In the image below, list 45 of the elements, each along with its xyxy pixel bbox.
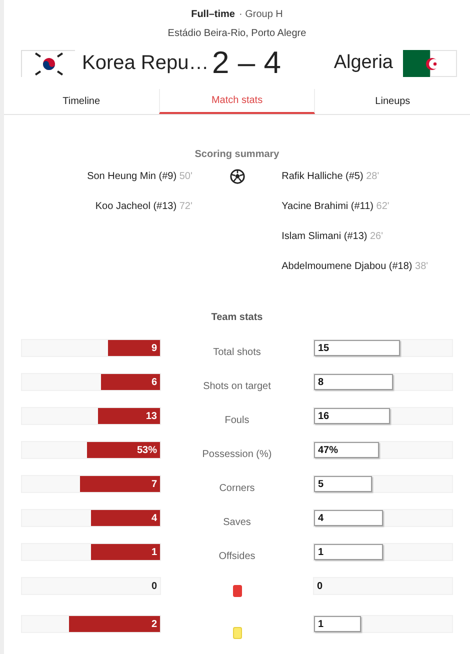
card-icon <box>232 627 242 639</box>
section-title: Team stats <box>210 311 264 325</box>
team-name: Algeria <box>334 50 393 75</box>
stat-label: Offsides <box>218 550 256 564</box>
stat-bar: 1 <box>91 544 160 560</box>
goal-entry: Son Heung Min (#9) 50' <box>87 170 192 184</box>
stat-label: Saves <box>223 516 251 530</box>
ball-icon <box>230 169 244 184</box>
goal-entry: Yacine Brahimi (#11) 62' <box>282 200 390 214</box>
stat-bar: 8 <box>314 374 393 390</box>
stat-value: 0 <box>151 580 158 594</box>
stat-label: Possession (%) <box>202 448 272 462</box>
stat-bar: 5 <box>314 476 372 492</box>
stat-value: 0 <box>316 580 323 594</box>
flag-icon <box>403 50 457 76</box>
stat-bar: 4 <box>314 510 383 526</box>
match-status: Full–time <box>191 8 235 22</box>
goal-entry: Islam Slimani (#13) 26' <box>282 230 384 244</box>
stat-bar: 1 <box>314 544 383 560</box>
stat-label: Shots on target <box>203 380 271 394</box>
goal-entry: Koo Jacheol (#13) 72' <box>95 200 192 214</box>
stat-bar: 2 <box>68 616 160 632</box>
stat-bar: 47% <box>314 442 379 458</box>
stat-label: Total shots <box>213 346 261 360</box>
venue-label: Estádio Beira-Rio, Porto Alegre <box>166 27 308 41</box>
stat-bar: 6 <box>100 374 160 390</box>
stat-bar: 4 <box>91 510 160 526</box>
goal-entry: Abdelmoumene Djabou (#18) 38' <box>282 260 428 274</box>
match-score: 2 – 4 <box>212 47 282 79</box>
tab[interactable]: Match stats <box>158 89 316 114</box>
stat-bar: 7 <box>80 476 160 492</box>
stat-bar: 15 <box>314 340 400 356</box>
stat-bar: 16 <box>314 408 390 424</box>
stat-bar: 1 <box>314 616 361 632</box>
tab[interactable]: Lineups <box>315 89 470 114</box>
tab[interactable]: Timeline <box>4 89 159 114</box>
stat-label: Fouls <box>224 414 250 428</box>
stat-bar: 13 <box>98 408 160 424</box>
goal-entry: Rafik Halliche (#5) 28' <box>282 170 380 184</box>
stat-bar: 53% <box>86 442 160 458</box>
stat-bar: 9 <box>108 340 160 356</box>
section-title: Scoring summary <box>194 148 280 162</box>
group-label: · Group H <box>239 8 283 22</box>
card-icon <box>232 585 242 597</box>
stat-label: Corners <box>219 482 255 496</box>
